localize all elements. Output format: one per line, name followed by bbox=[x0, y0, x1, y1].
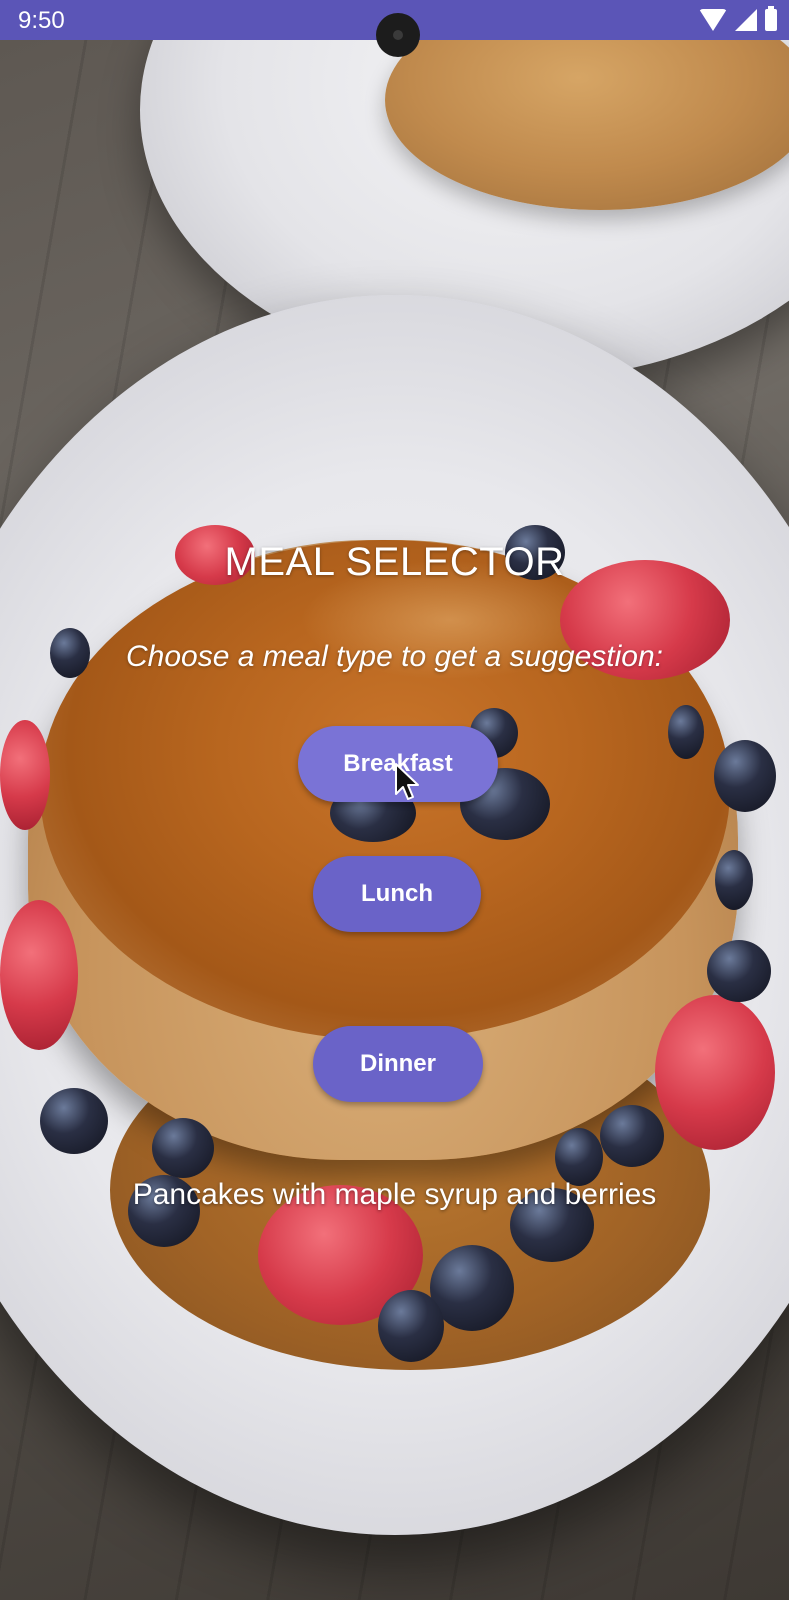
dinner-button[interactable]: Dinner bbox=[313, 1026, 483, 1102]
status-time: 9:50 bbox=[18, 7, 65, 34]
lunch-button[interactable]: Lunch bbox=[313, 856, 481, 932]
front-camera-cutout bbox=[376, 13, 420, 57]
meal-suggestion-text: Pancakes with maple syrup and berries bbox=[132, 1178, 657, 1211]
signal-icon bbox=[735, 9, 757, 31]
status-icons bbox=[699, 6, 777, 32]
wifi-icon bbox=[699, 9, 727, 31]
battery-icon bbox=[765, 6, 777, 31]
meal-selector-screen: MEAL SELECTOR Choose a meal type to get … bbox=[0, 0, 789, 1600]
mouse-cursor-icon bbox=[395, 763, 419, 800]
page-title: MEAL SELECTOR bbox=[224, 540, 565, 584]
instruction-text: Choose a meal type to get a suggestion: bbox=[125, 640, 663, 673]
